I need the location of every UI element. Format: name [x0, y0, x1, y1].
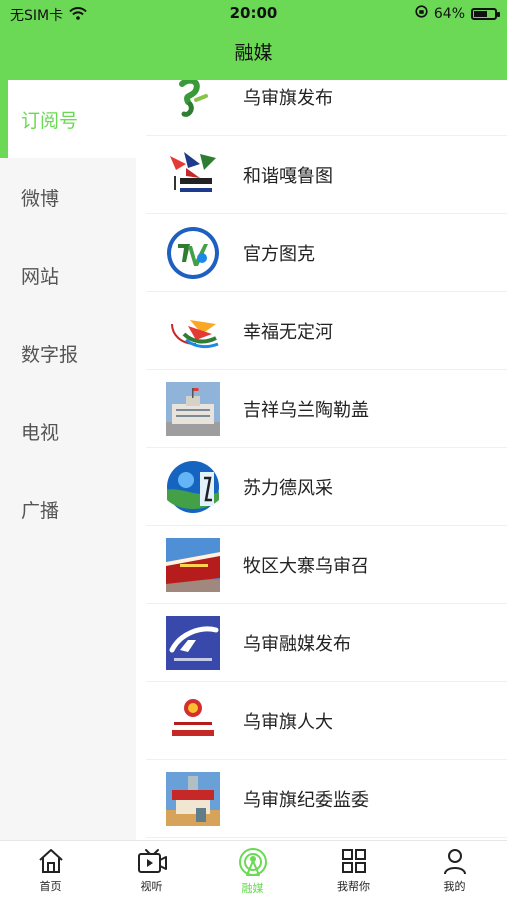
battery-icon — [471, 7, 500, 20]
sidebar-item-radio[interactable]: 广播 — [0, 470, 136, 548]
wushen-fabu-logo — [166, 80, 220, 124]
list-item-label: 牧区大寨乌审召 — [243, 556, 369, 577]
list-item[interactable]: 幸福无定河 — [136, 292, 507, 370]
list-item-label: 官方图克 — [243, 244, 315, 265]
list-item-label: 苏力德风采 — [243, 478, 333, 499]
list-item[interactable]: 乌审旗人大 — [136, 682, 507, 760]
sidebar-item-label: 微博 — [21, 187, 60, 210]
list-item-label: 乌审旗人大 — [243, 712, 333, 733]
list-item-label: 乌审旗发布 — [243, 88, 333, 109]
home-icon — [38, 849, 63, 873]
list-item[interactable]: 吉祥乌兰陶勒盖 — [136, 370, 507, 448]
battery-percent: 64% — [433, 5, 465, 22]
building-photo — [166, 382, 220, 436]
gate-photo — [166, 538, 220, 592]
jiwei-photo — [166, 772, 220, 826]
subscription-list[interactable]: 乌审旗发布 和谐嘎鲁图 官方图克 幸福无定河 吉祥乌兰陶勒盖 苏力德风采 牧区大… — [136, 80, 507, 840]
list-item[interactable]: 和谐嘎鲁图 — [136, 136, 507, 214]
app-header: 无SIM卡 20:00 64% 融媒 — [0, 0, 507, 80]
list-item[interactable]: 苏力德风采 — [136, 448, 507, 526]
suld-logo — [166, 460, 220, 514]
sidebar-item-website[interactable]: 网站 — [0, 236, 136, 314]
list-item[interactable]: 乌审旗发布 — [136, 80, 507, 136]
sidebar-item-weibo[interactable]: 微博 — [0, 158, 136, 236]
grid-icon — [341, 849, 366, 873]
sidebar-item-label: 订阅号 — [21, 109, 79, 132]
wushen-tv-logo — [166, 616, 220, 670]
sidebar-item-label: 数字报 — [21, 343, 79, 366]
sidebar-item-label: 网站 — [21, 265, 60, 288]
list-item-label: 乌审融媒发布 — [243, 634, 351, 655]
broadcast-icon — [238, 848, 267, 876]
tab-label: 我的 — [443, 880, 466, 893]
list-item[interactable]: 官方图克 — [136, 214, 507, 292]
tab-home[interactable]: 首页 — [0, 845, 101, 901]
category-sidebar: 订阅号 微博 网站 数字报 电视 广播 — [0, 80, 136, 840]
tab-rongmei[interactable]: 融媒 — [202, 845, 303, 901]
sidebar-item-digital-paper[interactable]: 数字报 — [0, 314, 136, 392]
sidebar-item-label: 广播 — [21, 499, 60, 522]
list-item-label: 幸福无定河 — [243, 322, 333, 343]
tab-label: 融媒 — [241, 882, 264, 895]
tab-label: 首页 — [39, 880, 62, 893]
sidebar-item-subscription[interactable]: 订阅号 — [0, 80, 136, 158]
list-item-label: 吉祥乌兰陶勒盖 — [243, 400, 369, 421]
list-item-label: 和谐嘎鲁图 — [243, 166, 333, 187]
wudinghe-logo — [166, 304, 220, 358]
bottom-tab-bar: 首页 视听 融媒 我帮你 我的 — [0, 840, 507, 901]
list-item[interactable]: 乌审融媒发布 — [136, 604, 507, 682]
status-bar: 无SIM卡 20:00 64% — [0, 0, 507, 28]
tab-mine[interactable]: 我的 — [404, 845, 505, 901]
list-item-label: 乌审旗纪委监委 — [243, 790, 369, 811]
renda-logo — [166, 694, 220, 748]
tab-label: 我帮你 — [337, 880, 370, 893]
tuke-tv-logo — [166, 226, 220, 280]
page-title: 融媒 — [234, 42, 273, 64]
list-item[interactable]: 乌审旗纪委监委 — [136, 760, 507, 838]
tv-icon — [137, 849, 167, 873]
sidebar-item-tv[interactable]: 电视 — [0, 392, 136, 470]
galuut-logo — [166, 148, 220, 202]
tab-help[interactable]: 我帮你 — [303, 845, 404, 901]
tab-media[interactable]: 视听 — [101, 845, 202, 901]
tab-label: 视听 — [140, 880, 163, 893]
sidebar-item-label: 电视 — [21, 421, 60, 444]
list-item[interactable]: 牧区大寨乌审召 — [136, 526, 507, 604]
person-icon — [443, 849, 466, 875]
orientation-lock-icon — [415, 5, 428, 22]
